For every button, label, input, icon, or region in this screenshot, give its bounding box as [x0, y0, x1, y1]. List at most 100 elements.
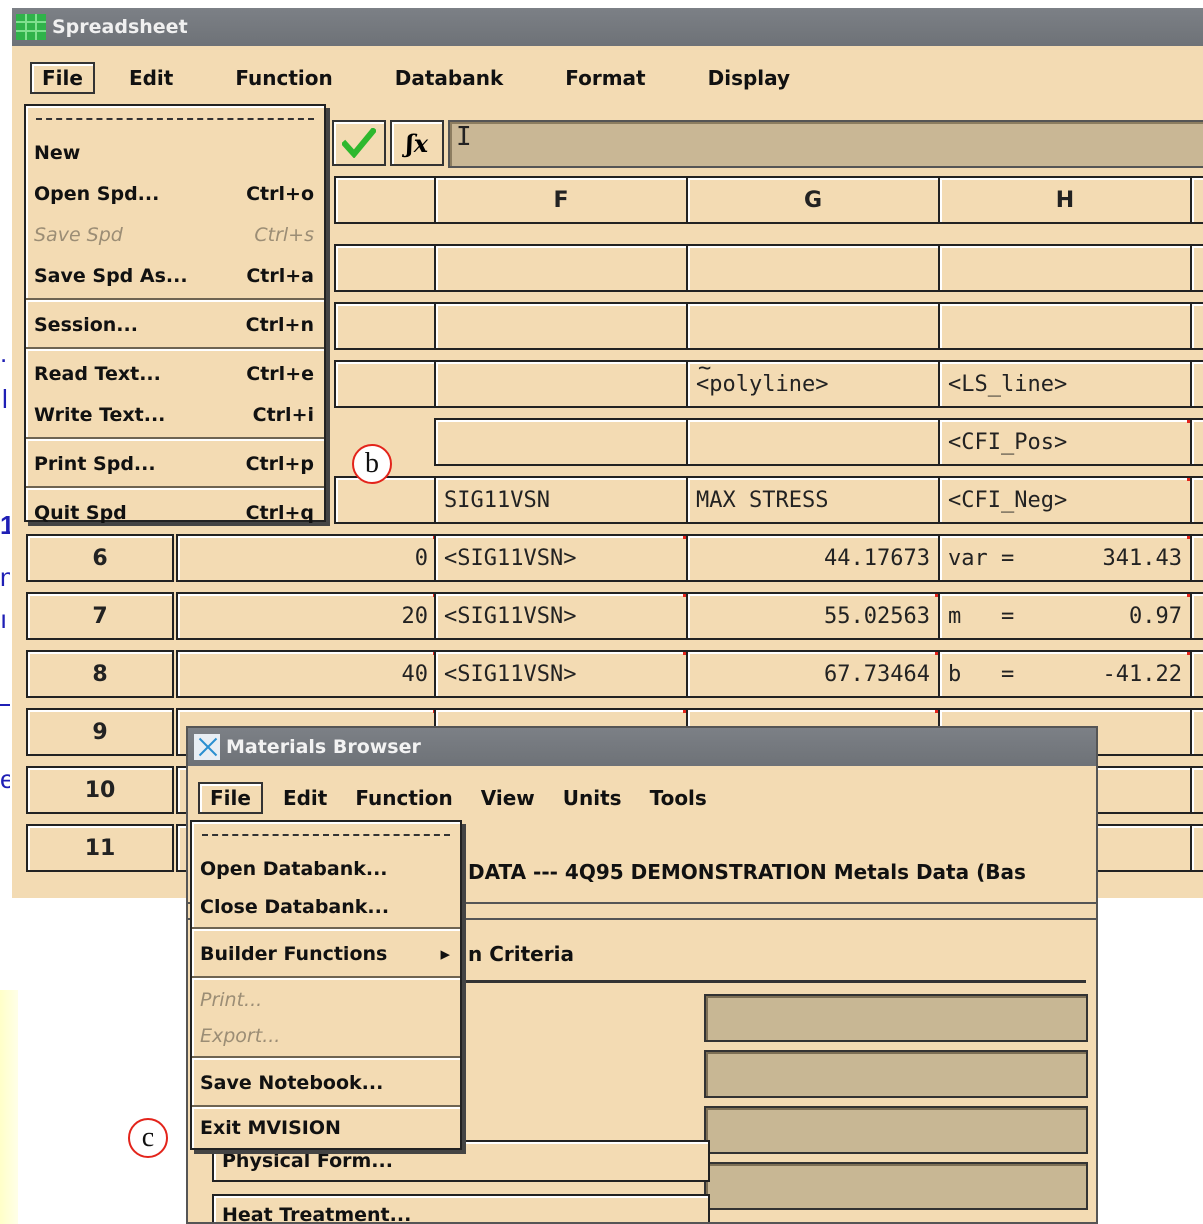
cell-g5[interactable]: MAX STRESS: [686, 476, 940, 524]
row-header[interactable]: 10: [26, 766, 174, 814]
menu-item-new[interactable]: New: [26, 132, 324, 173]
function-button[interactable]: ʃx: [390, 120, 444, 166]
tilde-mark: ~: [698, 360, 712, 381]
column-header-h[interactable]: H: [938, 176, 1192, 224]
menu-item-close-databank[interactable]: Close Databank...: [192, 889, 460, 925]
table-cell[interactable]: [1190, 476, 1203, 524]
cell-h4[interactable]: <CFI_Pos>: [938, 418, 1192, 466]
cell-label: m =: [948, 603, 1015, 629]
menu-item-label: Open Spd...: [34, 182, 160, 205]
row-header[interactable]: 6: [26, 534, 174, 582]
table-cell[interactable]: [686, 302, 940, 350]
table-cell[interactable]: [1190, 766, 1203, 814]
heat-treatment-button[interactable]: Heat Treatment...: [212, 1194, 710, 1222]
menu-item-open-databank[interactable]: Open Databank...: [192, 848, 460, 889]
menu-item-session[interactable]: Session... Ctrl+n: [26, 304, 324, 345]
menu-item-print-spd[interactable]: Print Spd... Ctrl+p: [26, 443, 324, 484]
callout-c: c: [128, 1118, 168, 1158]
menu-tearoff[interactable]: [26, 106, 324, 132]
table-cell[interactable]: [434, 360, 688, 408]
column-header-f[interactable]: F: [434, 176, 688, 224]
cell-h3[interactable]: <LS_line>: [938, 360, 1192, 408]
table-cell[interactable]: <SIG11VSN>: [434, 650, 688, 698]
cell-g3[interactable]: ~ <polyline>: [686, 360, 940, 408]
formula-input[interactable]: I: [448, 120, 1203, 168]
menu-item-quit-spd[interactable]: Quit Spd Ctrl+q: [26, 492, 324, 533]
table-cell[interactable]: [938, 244, 1192, 292]
row-header[interactable]: 9: [26, 708, 174, 756]
criteria-field[interactable]: [704, 1050, 1088, 1098]
accept-button[interactable]: [332, 120, 386, 166]
menu-item-save-spd-as[interactable]: Save Spd As... Ctrl+a: [26, 255, 324, 296]
menu-item-save-notebook[interactable]: Save Notebook...: [192, 1062, 460, 1103]
table-cell[interactable]: 0: [176, 534, 438, 582]
menu-item-builder-functions[interactable]: Builder Functions ▸: [192, 933, 460, 974]
table-cell[interactable]: [686, 244, 940, 292]
menu-function[interactable]: Function: [341, 786, 466, 810]
menu-separator: [26, 437, 324, 441]
cell-h5[interactable]: <CFI_Neg>: [938, 476, 1192, 524]
menu-edit[interactable]: Edit: [269, 786, 341, 810]
table-cell[interactable]: 67.73464: [686, 650, 940, 698]
table-cell[interactable]: [334, 302, 436, 350]
table-cell[interactable]: var = 341.43: [938, 534, 1192, 582]
table-cell[interactable]: [686, 418, 940, 466]
menu-item-read-text[interactable]: Read Text... Ctrl+e: [26, 353, 324, 394]
table-cell[interactable]: [434, 302, 688, 350]
table-cell[interactable]: [1190, 360, 1203, 408]
table-cell[interactable]: [334, 244, 436, 292]
menu-file[interactable]: File: [198, 782, 263, 814]
table-cell[interactable]: [434, 418, 688, 466]
menu-item-shortcut: Ctrl+e: [246, 362, 314, 385]
criteria-field[interactable]: [704, 1106, 1088, 1154]
menu-function[interactable]: Function: [225, 66, 342, 90]
menu-tearoff[interactable]: [192, 822, 460, 848]
menu-units[interactable]: Units: [549, 786, 636, 810]
menu-item-exit-mvision[interactable]: Exit MVISION: [192, 1111, 460, 1145]
column-header-g[interactable]: G: [686, 176, 940, 224]
menu-view[interactable]: View: [467, 786, 549, 810]
menu-display[interactable]: Display: [698, 66, 800, 90]
menu-item-label: Save Spd: [34, 223, 123, 246]
table-cell[interactable]: [1190, 650, 1203, 698]
menu-format[interactable]: Format: [555, 66, 655, 90]
table-cell[interactable]: [334, 360, 436, 408]
cell-f5[interactable]: SIG11VSN: [434, 476, 688, 524]
menu-file[interactable]: File: [30, 62, 95, 94]
criteria-field[interactable]: [704, 994, 1088, 1042]
table-cell[interactable]: b = -41.22: [938, 650, 1192, 698]
table-cell[interactable]: [434, 244, 688, 292]
table-cell[interactable]: <SIG11VSN>: [434, 534, 688, 582]
table-cell[interactable]: [1190, 708, 1203, 756]
menu-tools[interactable]: Tools: [636, 786, 721, 810]
column-header-i[interactable]: [1190, 176, 1203, 224]
table-cell[interactable]: 20: [176, 592, 438, 640]
menu-edit[interactable]: Edit: [119, 66, 183, 90]
table-cell[interactable]: 44.17673: [686, 534, 940, 582]
criteria-field[interactable]: [704, 1162, 1088, 1210]
table-cell[interactable]: [1190, 824, 1203, 872]
table-cell[interactable]: 55.02563: [686, 592, 940, 640]
table-cell[interactable]: [334, 476, 436, 524]
table-cell[interactable]: [1190, 418, 1203, 466]
menu-item-open-spd[interactable]: Open Spd... Ctrl+o: [26, 173, 324, 214]
row-header[interactable]: 11: [26, 824, 174, 872]
table-cell[interactable]: [1190, 592, 1203, 640]
table-cell[interactable]: [1190, 534, 1203, 582]
menu-item-write-text[interactable]: Write Text... Ctrl+i: [26, 394, 324, 435]
table-cell[interactable]: 40: [176, 650, 438, 698]
table-cell[interactable]: [938, 302, 1192, 350]
table-cell[interactable]: [1190, 244, 1203, 292]
menu-databank[interactable]: Databank: [385, 66, 514, 90]
table-cell[interactable]: <SIG11VSN>: [434, 592, 688, 640]
spreadsheet-title-bar[interactable]: Spreadsheet: [12, 8, 1203, 46]
cell-text: 67.73464: [824, 661, 930, 687]
table-cell[interactable]: m = 0.97: [938, 592, 1192, 640]
row-header[interactable]: 8: [26, 650, 174, 698]
materials-browser-title-bar[interactable]: Materials Browser: [188, 728, 1096, 766]
column-header-e[interactable]: [334, 176, 436, 224]
table-cell[interactable]: [1190, 302, 1203, 350]
divider: [458, 980, 1086, 983]
menu-item-label: Builder Functions: [200, 942, 388, 965]
row-header[interactable]: 7: [26, 592, 174, 640]
